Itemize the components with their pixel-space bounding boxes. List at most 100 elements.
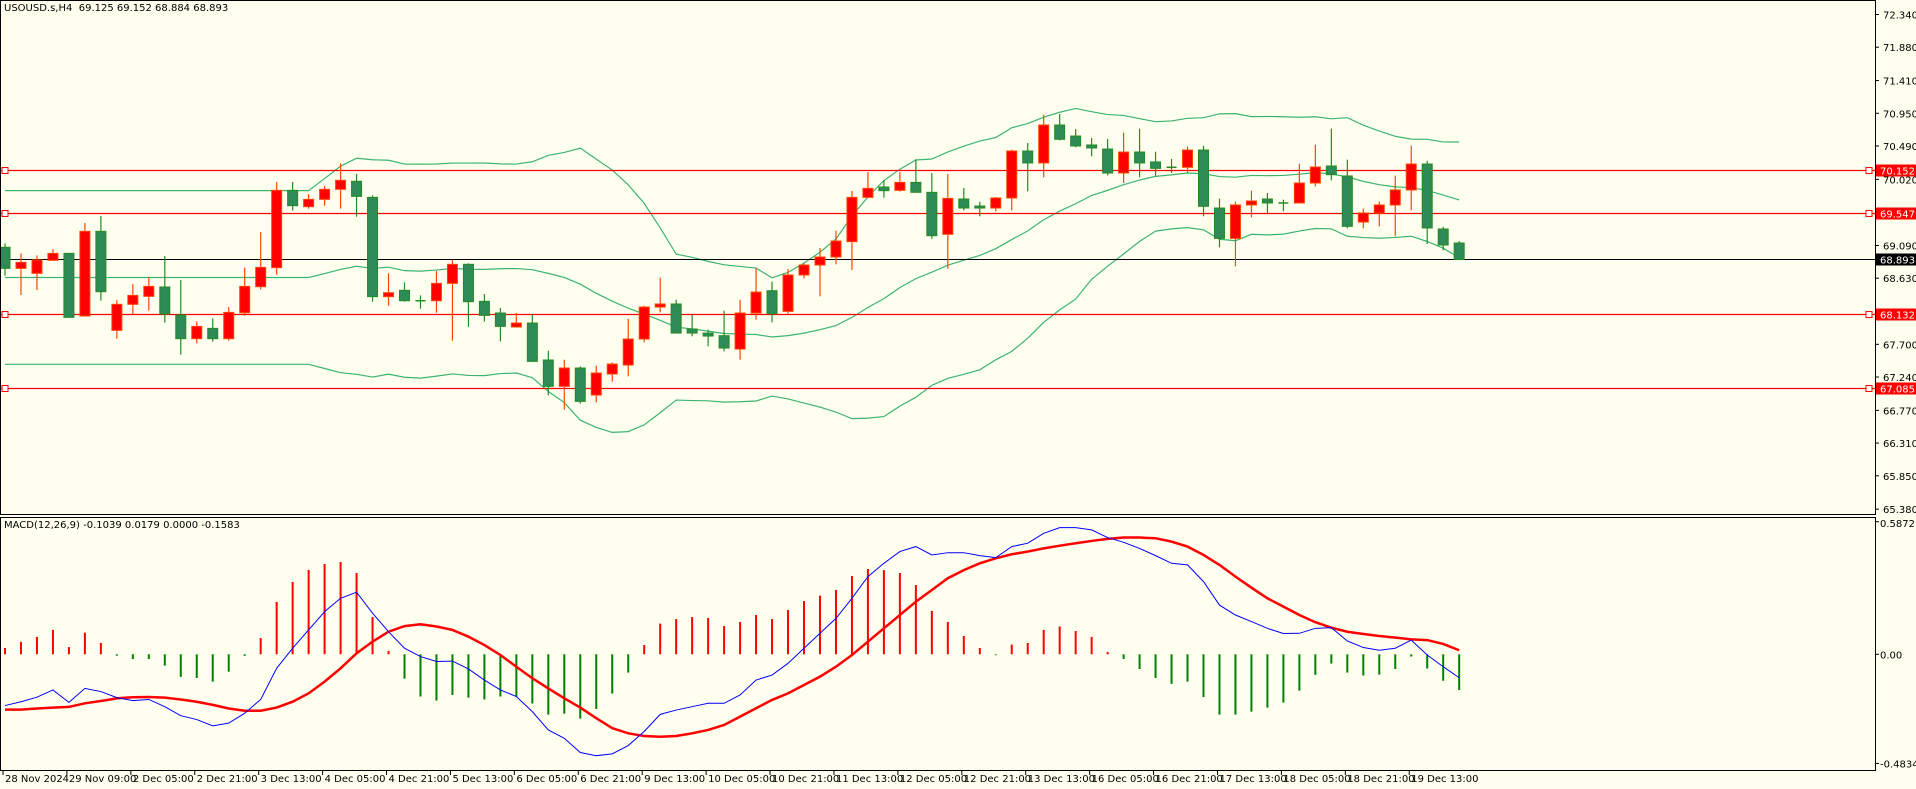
candle-body [223, 311, 235, 340]
candle-body [191, 325, 203, 340]
candle [1278, 199, 1289, 212]
time-tick-label: 17 Dec 13:00 [1219, 774, 1286, 785]
candle-body [990, 197, 1002, 209]
candle [1006, 149, 1018, 211]
candle [766, 281, 778, 323]
level-handle-left[interactable] [1, 210, 9, 217]
candle-body [1389, 189, 1401, 206]
candle-body [319, 188, 331, 200]
level-handle-right[interactable] [1865, 311, 1873, 318]
candle-body [494, 312, 506, 327]
bollinger-bands [5, 107, 1460, 434]
candle [654, 277, 666, 313]
candle [207, 318, 219, 342]
candle-body [1229, 204, 1241, 239]
candle [1293, 163, 1305, 204]
price-tick-label: 70.020 [1883, 175, 1916, 186]
macd-tick-label: 0.00 [1880, 650, 1902, 661]
candle [1421, 160, 1433, 244]
candle [127, 284, 139, 315]
candle [383, 273, 395, 306]
time-tick-label: 18 Dec 05:00 [1283, 774, 1350, 785]
candle-body [1006, 150, 1018, 199]
candle-body [1341, 175, 1353, 227]
candle-body [558, 367, 570, 387]
candle-body [1293, 182, 1305, 204]
price-tick-label: 65.850 [1883, 472, 1916, 483]
time-tick-label: 4 Dec 05:00 [325, 774, 386, 785]
level-price-label: 68.132 [1880, 311, 1915, 322]
candle-body [335, 179, 347, 190]
candle [574, 366, 586, 404]
candle-body [1421, 163, 1433, 229]
candle-body [1054, 124, 1066, 140]
candle [526, 314, 538, 362]
candle [798, 263, 810, 279]
time-tick-label: 19 Dec 13:00 [1411, 774, 1478, 785]
candle-body [1453, 242, 1465, 260]
candle [878, 180, 890, 198]
candle [111, 300, 123, 339]
candle [399, 282, 410, 302]
candle [446, 259, 458, 341]
price-chart[interactable]: 70.15269.54768.13267.08568.893 72.34071.… [0, 0, 1916, 789]
time-tick-label: 10 Dec 21:00 [772, 774, 839, 785]
candle-body [1325, 165, 1337, 176]
candle [159, 256, 171, 323]
time-tick-label: 2 Dec 05:00 [133, 774, 194, 785]
time-tick-label: 29 Nov 09:00 [69, 774, 136, 785]
candle-body [63, 252, 75, 318]
candle [846, 190, 858, 271]
candle-body [510, 322, 522, 328]
price-tick-label: 71.880 [1883, 43, 1916, 54]
level-handle-left[interactable] [1, 311, 9, 318]
level-handle-left[interactable] [1, 167, 9, 174]
candle-body [79, 230, 91, 317]
time-tick-label: 28 Nov 2024 [5, 774, 69, 785]
level-handle-right[interactable] [1865, 210, 1873, 217]
axes: 72.340 71.880 71.410 70.950 70.490 70.020 69.0… [0, 0, 1916, 785]
candle-body [367, 196, 379, 298]
candle-body [862, 187, 874, 198]
candle [1357, 208, 1369, 229]
candle [95, 215, 107, 301]
candle [1070, 128, 1082, 148]
candle-body [1038, 124, 1050, 164]
candle-body [798, 264, 810, 276]
candle-body [670, 303, 682, 334]
price-tick-label: 66.770 [1883, 406, 1916, 417]
candle [1229, 201, 1241, 267]
level-handle-right[interactable] [1865, 167, 1873, 174]
candle [367, 195, 379, 302]
macd-panel-border [0, 517, 1876, 771]
current-price-label: 68.893 [1880, 256, 1915, 267]
price-tick-label: 66.310 [1883, 439, 1916, 450]
price-tick-label: 67.700 [1883, 340, 1916, 351]
candle-body [0, 246, 11, 269]
bollinger-middle-line [5, 172, 1460, 338]
candle [638, 305, 650, 343]
candle-body [47, 252, 59, 261]
candle-body [111, 303, 123, 331]
candle-body [574, 367, 586, 402]
candle-body [1373, 204, 1385, 214]
candle [862, 171, 874, 199]
level-handle-right[interactable] [1865, 385, 1873, 392]
level-handle-left[interactable] [1, 385, 9, 392]
price-tick-label: 68.630 [1883, 274, 1916, 285]
time-tick-label: 11 Dec 13:00 [836, 774, 903, 785]
candle [734, 299, 746, 360]
candle [1453, 241, 1465, 261]
candle [558, 359, 570, 410]
candle-body [1261, 198, 1273, 204]
candle-body [1022, 150, 1034, 164]
time-tick-label: 6 Dec 21:00 [580, 774, 641, 785]
candle [47, 249, 59, 261]
candle-body [1437, 228, 1449, 246]
candle [415, 295, 426, 309]
time-tick-label: 18 Dec 21:00 [1347, 774, 1414, 785]
macd-signal-line [5, 536, 1460, 738]
level-price-label: 67.085 [1880, 385, 1915, 396]
candle-body [542, 359, 554, 387]
time-tick-label: 5 Dec 13:00 [452, 774, 513, 785]
